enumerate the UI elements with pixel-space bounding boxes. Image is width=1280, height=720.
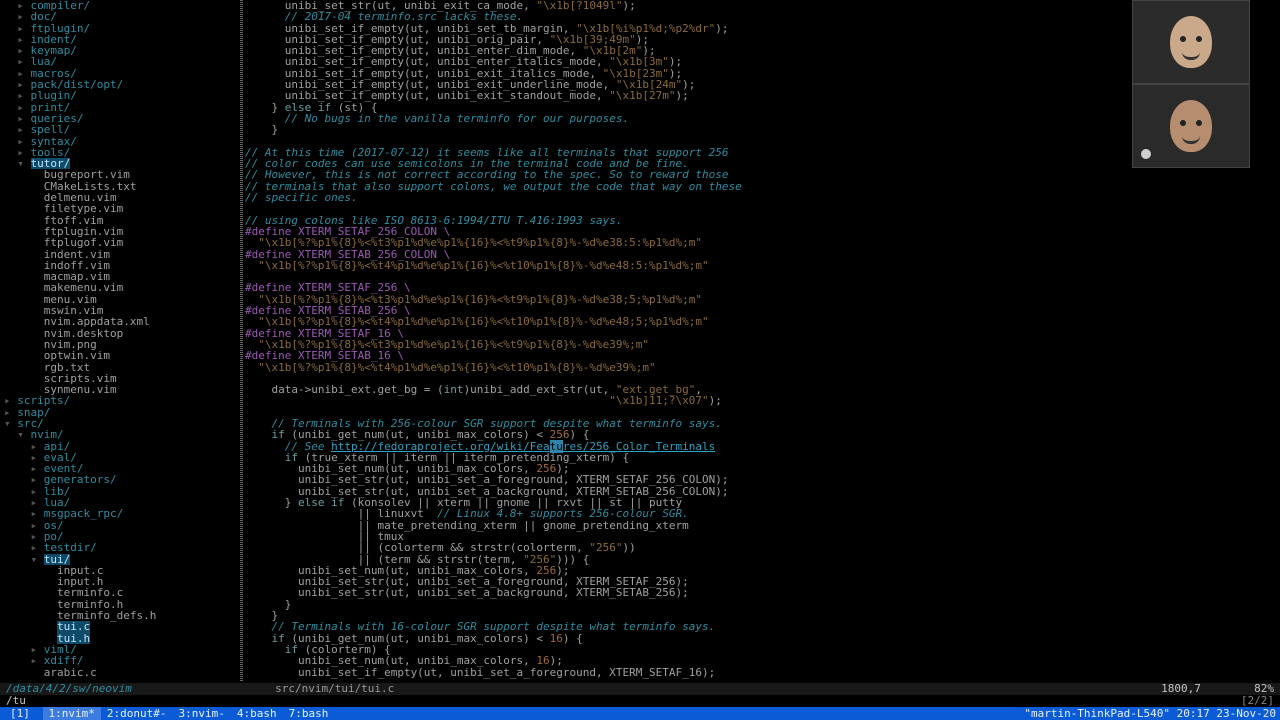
code-line: } (245, 599, 1130, 610)
cursor-pos: 1800,7 (1161, 682, 1201, 695)
code-line: "\x1b]11;?\x07"); (245, 395, 1130, 406)
file-tree[interactable]: ▸ compiler/ ▸ doc/ ▸ ftplugin/ ▸ indent/… (0, 0, 240, 682)
search-query: /tu (6, 695, 26, 707)
code-line: unibi_set_str(ut, unibi_set_a_background… (245, 587, 1130, 598)
code-line: "\x1b[%?%p1%{8}%<%t4%p1%d%e%p1%{16}%<%t1… (245, 362, 1130, 373)
code-line: unibi_set_if_empty(ut, unibi_exit_stando… (245, 90, 1130, 101)
tree-file[interactable]: arabic.c (4, 667, 236, 678)
search-counter: [2/2] (1241, 695, 1274, 707)
tmux-tab[interactable]: 2:donut#- (101, 707, 173, 720)
code-editor[interactable]: unibi_set_str(ut, unibi_exit_ca_mode, "\… (245, 0, 1130, 682)
search-line[interactable]: /tu [2/2] (0, 695, 1280, 707)
code-line: // No bugs in the vanilla terminfo for o… (245, 113, 1130, 124)
webcam-1 (1132, 0, 1250, 84)
status-line: /data/4/2/sw/neovim src/nvim/tui/tui.c 1… (0, 683, 1280, 695)
tmux-bar[interactable]: [1] 1:nvim*2:donut#-3:nvim-4:bash7:bash … (0, 707, 1280, 720)
file-path: src/nvim/tui/tui.c (275, 682, 394, 695)
mic-icon (1141, 149, 1151, 159)
tmux-session: [1] (4, 707, 43, 720)
code-line: unibi_set_if_empty(ut, unibi_set_a_foreg… (245, 667, 1130, 678)
tmux-tab[interactable]: 1:nvim* (43, 707, 101, 720)
code-line: "\x1b[%?%p1%{8}%<%t4%p1%d%e%p1%{16}%<%t1… (245, 260, 1130, 271)
split-divider[interactable] (240, 0, 243, 682)
webcam-2 (1132, 84, 1250, 168)
tmux-tab[interactable]: 7:bash (283, 707, 335, 720)
code-line: // specific ones. (245, 192, 1130, 203)
tmux-tab[interactable]: 3:nvim- (172, 707, 230, 720)
code-line: } (245, 124, 1130, 135)
tmux-right: "martin-ThinkPad-L540" 20:17 23-Nov-20 (1024, 708, 1276, 719)
code-line: // terminals that also support colons, w… (245, 181, 1130, 192)
webcam-stack (1132, 0, 1250, 168)
tmux-tab[interactable]: 4:bash (231, 707, 283, 720)
